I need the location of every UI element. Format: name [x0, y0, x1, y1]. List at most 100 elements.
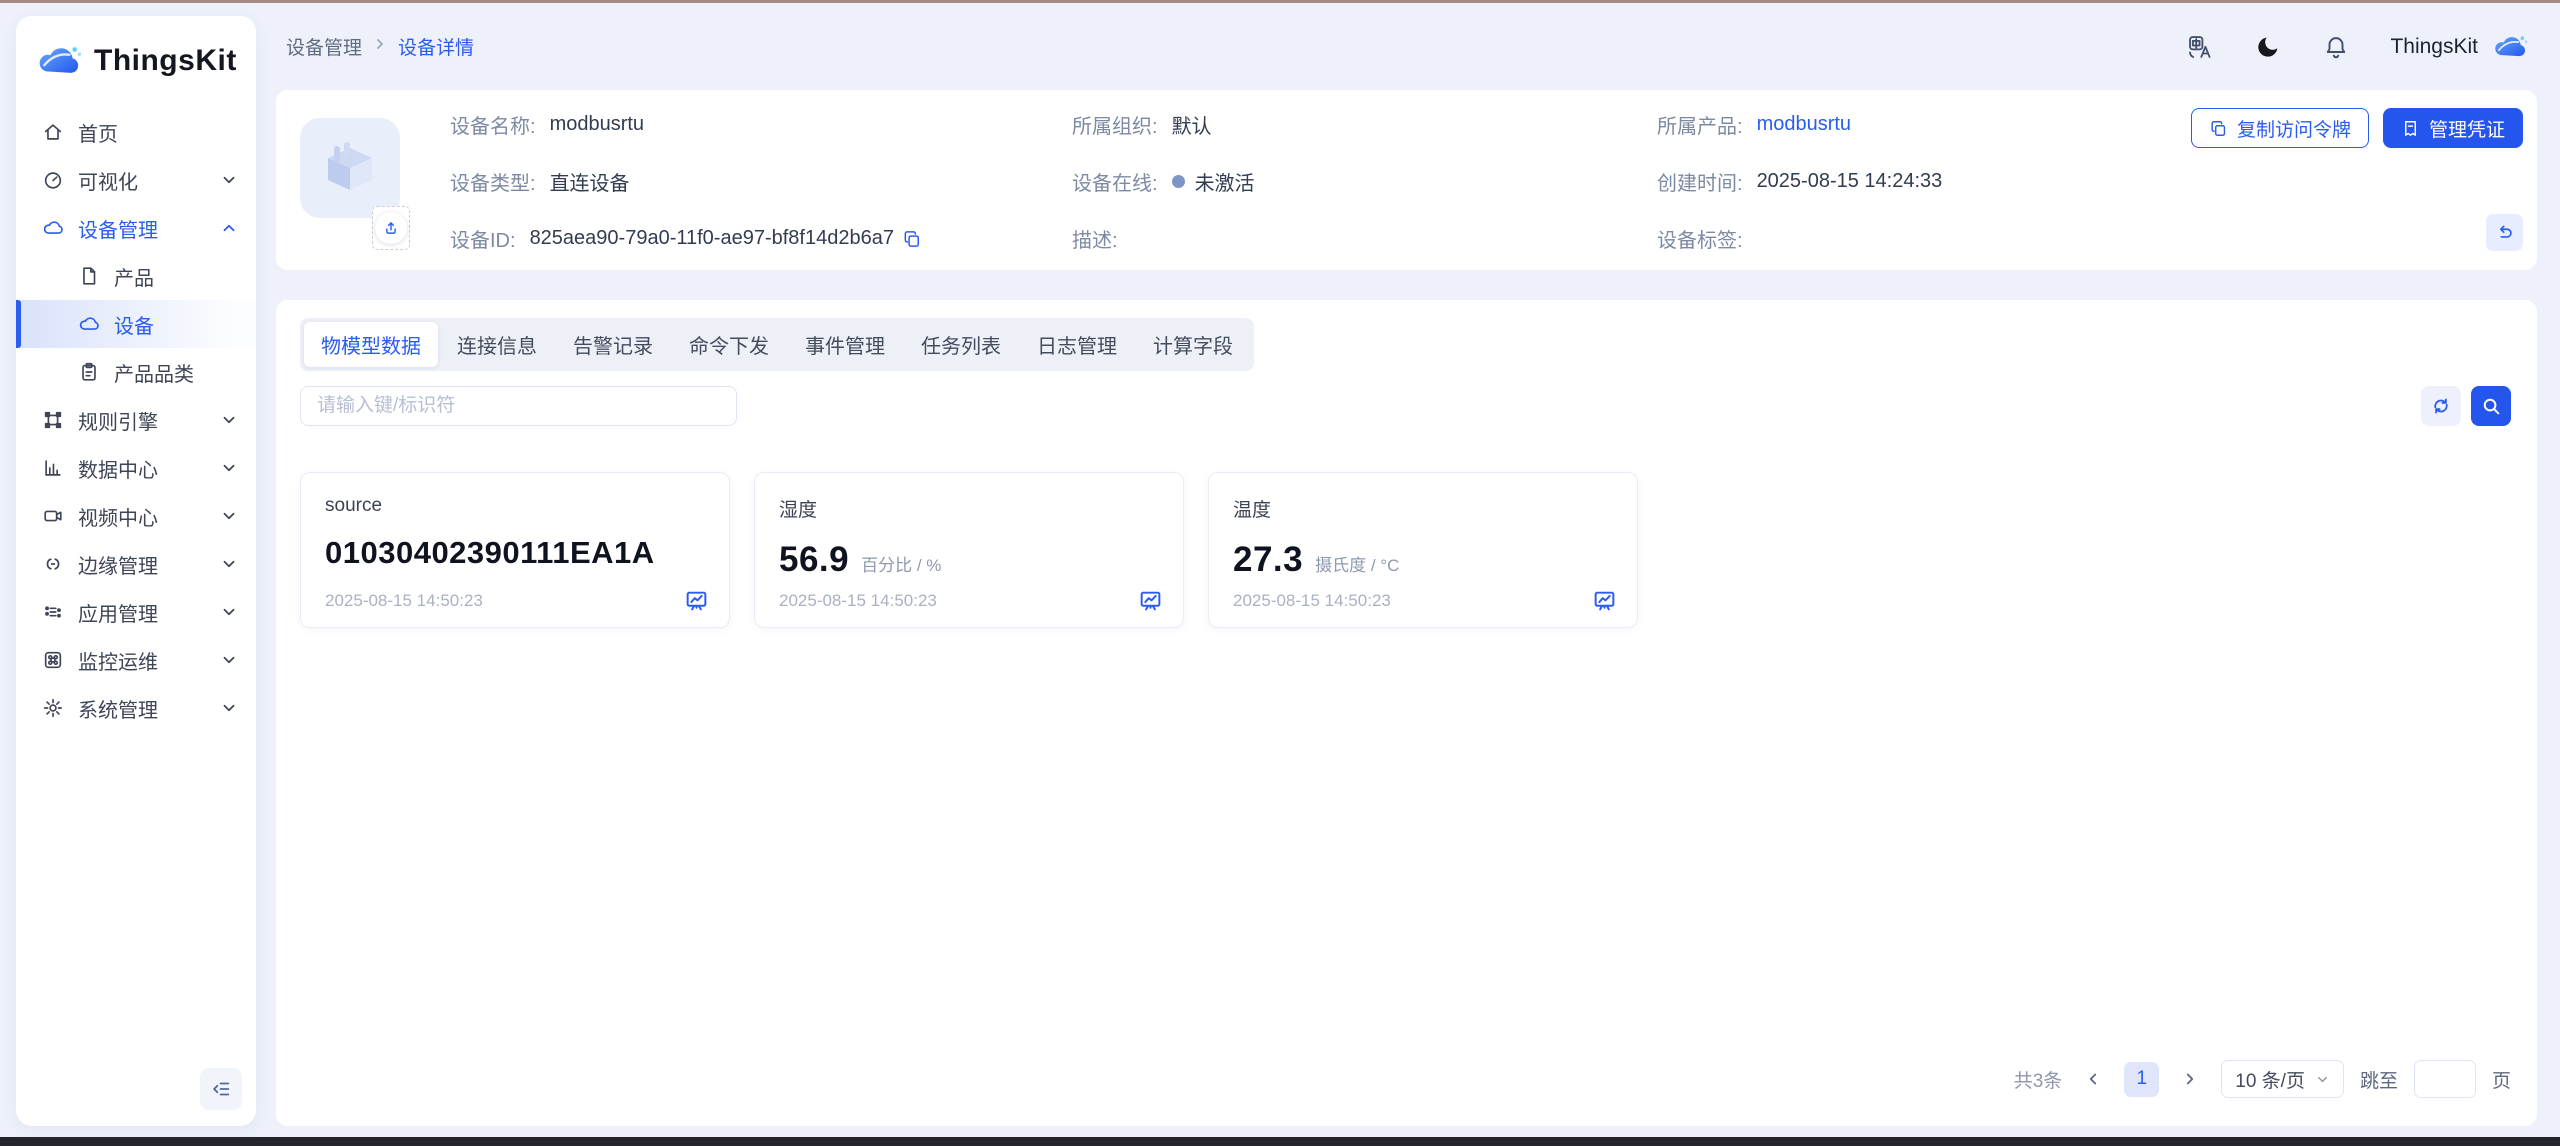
sidebar-item-rule-engine[interactable]: 规则引擎: [16, 396, 256, 444]
device-name-label: 设备名称:: [450, 110, 536, 139]
chevron-down-icon: [220, 171, 238, 189]
device-type-label: 设备类型:: [450, 167, 536, 196]
tab-event-management[interactable]: 事件管理: [788, 322, 902, 367]
status-dot: [1172, 175, 1185, 188]
device-name-value: modbusrtu: [550, 113, 645, 136]
created-row: 创建时间: 2025-08-15 14:24:33: [1657, 167, 1942, 196]
cloud-device-icon: [78, 313, 100, 335]
metric-timestamp: 2025-08-15 14:50:23: [779, 591, 937, 611]
sidebar-item-label: 系统管理: [78, 694, 158, 723]
breadcrumb-parent[interactable]: 设备管理: [286, 33, 362, 60]
sidebar-item-app-management[interactable]: 应用管理: [16, 588, 256, 636]
breadcrumb: 设备管理 设备详情: [286, 33, 474, 60]
search-button[interactable]: [2471, 386, 2511, 426]
sidebar-item-label: 产品: [114, 262, 154, 291]
notifications-button[interactable]: [2322, 33, 2350, 61]
tab-connection-info[interactable]: 连接信息: [440, 322, 554, 367]
sidebar-item-monitor-ops[interactable]: 监控运维: [16, 636, 256, 684]
history-chart-icon[interactable]: [1138, 588, 1163, 613]
metric-card-temperature[interactable]: 温度 27.3 摄氏度 / °C 2025-08-15 14:50:23: [1208, 472, 1638, 628]
pagination-total: 共3条: [2014, 1066, 2063, 1093]
sidebar-item-label: 数据中心: [78, 454, 158, 483]
tab-task-list[interactable]: 任务列表: [904, 322, 1018, 367]
chevron-down-icon: [220, 555, 238, 573]
apps-icon: [42, 601, 64, 623]
device-cube-icon: [314, 132, 386, 204]
device-image: [300, 118, 400, 218]
refresh-button[interactable]: [2421, 386, 2461, 426]
upload-icon: [382, 219, 400, 237]
org-label: 所属组织:: [1072, 110, 1158, 139]
collapse-sidebar-button[interactable]: [200, 1068, 242, 1110]
brand-logo[interactable]: ThingsKit: [16, 16, 256, 108]
online-label: 设备在线:: [1072, 167, 1158, 196]
metric-card-humidity[interactable]: 湿度 56.9 百分比 / % 2025-08-15 14:50:23: [754, 472, 1184, 628]
tab-alarm-records[interactable]: 告警记录: [556, 322, 670, 367]
top-header: 设备管理 设备详情 ThingsKit: [276, 3, 2560, 90]
sidebar-item-visualization[interactable]: 可视化: [16, 156, 256, 204]
tab-thing-model-data[interactable]: 物模型数据: [304, 322, 438, 367]
metric-card-source[interactable]: source 01030402390111EA1A 2025-08-15 14:…: [300, 472, 730, 628]
manage-credentials-button[interactable]: 管理凭证: [2383, 108, 2523, 148]
device-info-card: 设备名称: modbusrtu 设备类型: 直连设备 设备ID: 825aea9…: [276, 90, 2537, 270]
chevron-up-icon: [220, 219, 238, 237]
user-menu[interactable]: ThingsKit: [2390, 32, 2528, 62]
sidebar-menu: 首页 可视化 设备管理 产品 设备 产品品类 规则引擎: [16, 108, 256, 732]
dark-mode-button[interactable]: [2254, 33, 2282, 61]
edge-link-icon: [42, 553, 64, 575]
device-id-row: 设备ID: 825aea90-79a0-11f0-ae97-bf8f14d2b6…: [450, 224, 922, 253]
copy-icon[interactable]: [902, 229, 922, 249]
chevron-down-icon: [220, 651, 238, 669]
sidebar-item-home[interactable]: 首页: [16, 108, 256, 156]
prev-page-button[interactable]: [2078, 1064, 2108, 1094]
history-chart-icon[interactable]: [684, 588, 709, 613]
sidebar-item-video-center[interactable]: 视频中心: [16, 492, 256, 540]
sidebar-item-system-management[interactable]: 系统管理: [16, 684, 256, 732]
page-size-select[interactable]: 10 条/页: [2221, 1060, 2344, 1098]
upload-image-button[interactable]: [372, 206, 410, 250]
copy-access-token-label: 复制访问令牌: [2237, 115, 2351, 142]
copy-access-token-button[interactable]: 复制访问令牌: [2191, 108, 2369, 148]
page-size-value: 10 条/页: [2235, 1066, 2305, 1093]
history-chart-icon[interactable]: [1592, 588, 1617, 613]
user-name: ThingsKit: [2390, 35, 2478, 59]
sidebar-item-product-category[interactable]: 产品品类: [16, 348, 256, 396]
header-actions: ThingsKit: [2186, 32, 2528, 62]
sidebar-item-label: 边缘管理: [78, 550, 158, 579]
created-value: 2025-08-15 14:24:33: [1757, 170, 1943, 193]
org-row: 所属组织: 默认: [1072, 110, 1212, 139]
pagination: 共3条 1 10 条/页 跳至 页: [2014, 1060, 2511, 1098]
tab-log-management[interactable]: 日志管理: [1020, 322, 1134, 367]
gear-icon: [42, 697, 64, 719]
metric-unit: 摄氏度 / °C: [1315, 551, 1399, 576]
tag-row: 设备标签:: [1657, 224, 1757, 253]
home-icon: [42, 121, 64, 143]
page-number-button[interactable]: 1: [2124, 1062, 2159, 1097]
bar-chart-icon: [42, 457, 64, 479]
product-label: 所属产品:: [1657, 110, 1743, 139]
refresh-icon: [2430, 395, 2452, 417]
back-button[interactable]: [2486, 214, 2523, 251]
key-search-input[interactable]: [300, 386, 737, 426]
translate-button[interactable]: [2186, 33, 2214, 61]
chevron-right-icon: [372, 36, 388, 58]
monitor-ops-icon: [42, 649, 64, 671]
created-label: 创建时间:: [1657, 167, 1743, 196]
sidebar-item-data-center[interactable]: 数据中心: [16, 444, 256, 492]
chevron-down-icon: [2315, 1072, 2330, 1087]
tab-command-issue[interactable]: 命令下发: [672, 322, 786, 367]
product-link[interactable]: modbusrtu: [1757, 113, 1852, 136]
copy-token-icon: [2209, 119, 2228, 138]
chevron-down-icon: [220, 459, 238, 477]
next-page-button[interactable]: [2175, 1064, 2205, 1094]
sidebar-item-label: 应用管理: [78, 598, 158, 627]
sidebar-item-product[interactable]: 产品: [16, 252, 256, 300]
jump-to-page-input[interactable]: [2414, 1060, 2476, 1098]
tab-computed-fields[interactable]: 计算字段: [1136, 322, 1250, 367]
metric-value: 01030402390111EA1A: [325, 535, 655, 571]
sidebar-item-edge-management[interactable]: 边缘管理: [16, 540, 256, 588]
chevron-down-icon: [220, 411, 238, 429]
device-id-label: 设备ID:: [450, 224, 516, 253]
sidebar-item-device[interactable]: 设备: [16, 300, 256, 348]
sidebar-item-device-management[interactable]: 设备管理: [16, 204, 256, 252]
